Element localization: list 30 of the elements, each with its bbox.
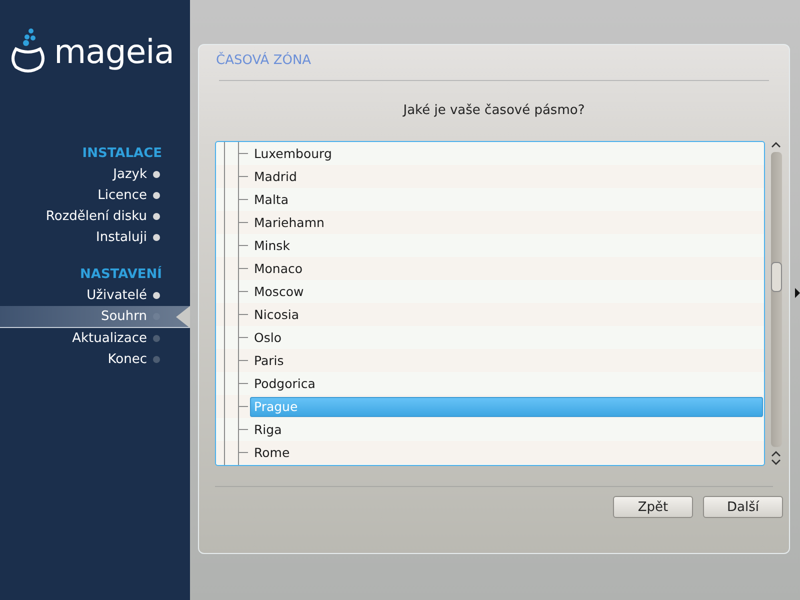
scroll-thumb[interactable] (770, 262, 782, 292)
scroll-up-icon[interactable] (771, 450, 781, 458)
step-label: Licence (98, 188, 147, 203)
timezone-item[interactable]: Minsk (250, 236, 764, 256)
logo-icon (10, 27, 46, 75)
step-label: Rozdělení disku (46, 209, 147, 224)
section-heading: INSTALACE (81, 145, 163, 163)
timezone-item[interactable]: Podgorica (250, 374, 764, 394)
step-label: Konec (108, 352, 147, 367)
timezone-item[interactable]: Oslo (250, 328, 764, 348)
pointer-icon (174, 306, 190, 328)
timezone-item[interactable]: Luxembourg (250, 144, 764, 164)
step-label: Uživatelé (86, 288, 147, 303)
step-label: Instaluji (96, 230, 147, 245)
nav-button[interactable]: Další (703, 496, 783, 518)
question-text: Jaké je vaše časové pásmo? (402, 103, 586, 120)
scroll-up-icon[interactable] (771, 141, 781, 149)
step-label: Jazyk (113, 167, 147, 182)
panel-title: ČASOVÁ ZÓNA (215, 50, 312, 70)
section-heading: NASTAVENÍ (79, 265, 163, 284)
step-label: Souhrn (100, 309, 147, 324)
nav-button[interactable]: Zpět (613, 496, 693, 518)
cursor-icon (795, 288, 800, 298)
scrollbar[interactable] (770, 152, 782, 447)
scroll-down-icon[interactable] (771, 458, 781, 466)
logo-text: mageia (54, 34, 174, 68)
step-label: Aktualizace (72, 331, 147, 346)
timezone-item[interactable]: Riga (250, 420, 764, 440)
timezone-item[interactable]: Malta (250, 190, 764, 210)
timezone-item[interactable]: Moscow (250, 282, 764, 302)
